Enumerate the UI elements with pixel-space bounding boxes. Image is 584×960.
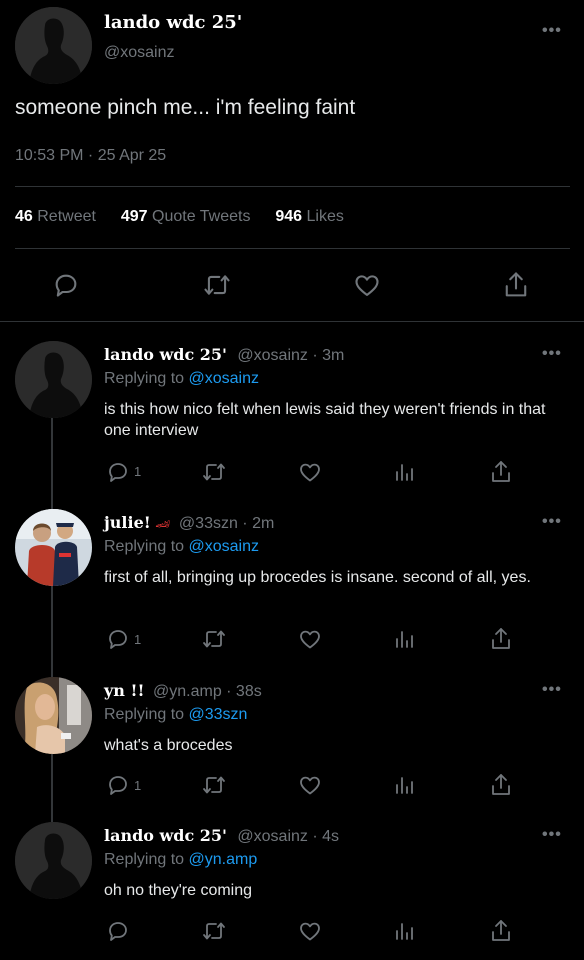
like-icon[interactable] [352,271,382,299]
replying-to-handle[interactable]: @xosainz [189,538,260,555]
silhouette-avatar-image [15,7,92,84]
replying-to: Replying to @xosainz [104,370,260,387]
like-icon[interactable] [298,627,322,651]
views-icon[interactable] [394,773,416,797]
like-icon[interactable] [298,773,322,797]
tweet-stats: 46 Retweet 497 Quote Tweets 946 Likes [15,208,344,226]
retweet-icon[interactable] [201,460,227,484]
like-icon[interactable] [298,460,322,484]
divider [15,186,570,187]
race-car-emoji: 🏎 [155,517,171,531]
thread-connector [51,418,53,510]
reply-meta[interactable]: @yn.amp · 38s [153,683,262,700]
photo-avatar-image [15,509,92,586]
views-icon[interactable] [394,627,416,651]
more-options-icon[interactable]: ••• [542,826,562,844]
replying-to-handle[interactable]: @yn.amp [189,851,258,868]
reply-text: first of all, bringing up brocedes is in… [104,569,531,586]
tweet-text: someone pinch me... i'm feeling faint [15,96,356,119]
reply-display-name[interactable]: lando wdc 25' [104,826,227,845]
replying-to: Replying to @33szn [104,706,248,723]
views-icon[interactable] [394,919,416,943]
reply-display-name[interactable]: julie! [104,513,151,532]
replying-to: Replying to @xosainz [104,538,260,555]
reply-icon[interactable] [52,271,80,299]
reply-meta[interactable]: @xosainz · 4s [237,828,339,845]
more-options-icon[interactable]: ••• [542,513,562,531]
reply-header: lando wdc 25' @xosainz · 4s [104,826,339,846]
quote-tweets-count[interactable]: 497 Quote Tweets [121,208,251,225]
divider [0,321,584,322]
reply-display-name[interactable]: yn !! [104,681,145,700]
retweet-count[interactable]: 46 Retweet [15,208,96,225]
thread-connector [51,754,53,822]
share-icon[interactable] [489,918,513,944]
reply-avatar[interactable] [15,677,92,754]
reply-meta[interactable]: @xosainz · 3m [237,347,344,364]
retweet-icon[interactable] [202,271,232,299]
replying-to-handle[interactable]: @xosainz [189,370,260,387]
reply-header: julie! 🏎 @33szn · 2m [104,513,274,533]
reply-icon[interactable] [106,627,130,651]
more-options-icon[interactable]: ••• [542,681,562,699]
replying-to: Replying to @yn.amp [104,851,258,868]
reply-display-name[interactable]: lando wdc 25' [104,345,227,364]
reply-meta[interactable]: @33szn · 2m [179,515,274,532]
author-display-name[interactable]: lando wdc 25' [104,12,242,33]
more-options-icon[interactable]: ••• [542,22,562,40]
share-icon[interactable] [489,626,513,652]
retweet-icon[interactable] [201,773,227,797]
share-icon[interactable] [489,459,513,485]
thread-connector [51,586,53,678]
reply-icon[interactable] [106,919,130,943]
retweet-icon[interactable] [201,919,227,943]
silhouette-avatar-image [15,822,92,899]
likes-count[interactable]: 946 Likes [275,208,344,225]
author-handle[interactable]: @xosainz [104,44,175,62]
like-icon[interactable] [298,919,322,943]
reply-count: 1 [134,778,142,793]
replying-to-handle[interactable]: @33szn [189,706,248,723]
share-icon[interactable] [502,270,530,300]
author-avatar[interactable] [15,7,92,84]
reply-icon[interactable] [106,460,130,484]
reply-avatar[interactable] [15,509,92,586]
tweet-timestamp[interactable]: 10:53 PM · 25 Apr 25 [15,147,166,165]
reply-header: yn !! @yn.amp · 38s [104,681,262,701]
views-icon[interactable] [394,460,416,484]
reply-count: 1 [134,632,142,647]
photo-avatar-image [15,677,92,754]
share-icon[interactable] [489,772,513,798]
more-options-icon[interactable]: ••• [542,345,562,363]
reply-count: 1 [134,464,142,479]
silhouette-avatar-image [15,341,92,418]
reply-avatar[interactable] [15,341,92,418]
retweet-icon[interactable] [201,627,227,651]
reply-text: what's a brocedes [104,737,233,754]
reply-avatar[interactable] [15,822,92,899]
reply-header: lando wdc 25' @xosainz · 3m [104,345,344,365]
reply-text: is this how nico felt when lewis said th… [104,401,546,439]
divider [15,248,570,249]
reply-icon[interactable] [106,773,130,797]
reply-text: oh no they're coming [104,882,253,899]
